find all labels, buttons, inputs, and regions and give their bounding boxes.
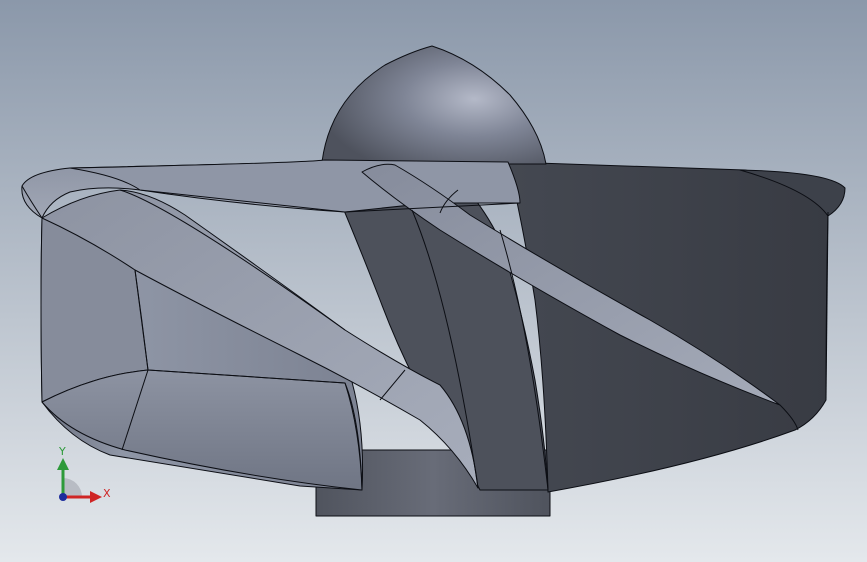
model-view[interactable]: Y X: [0, 0, 867, 562]
x-axis-label: X: [103, 487, 111, 500]
y-axis-label: Y: [58, 445, 66, 458]
graphics-viewport[interactable]: Y X: [0, 0, 867, 562]
z-axis-dot: [59, 493, 67, 501]
